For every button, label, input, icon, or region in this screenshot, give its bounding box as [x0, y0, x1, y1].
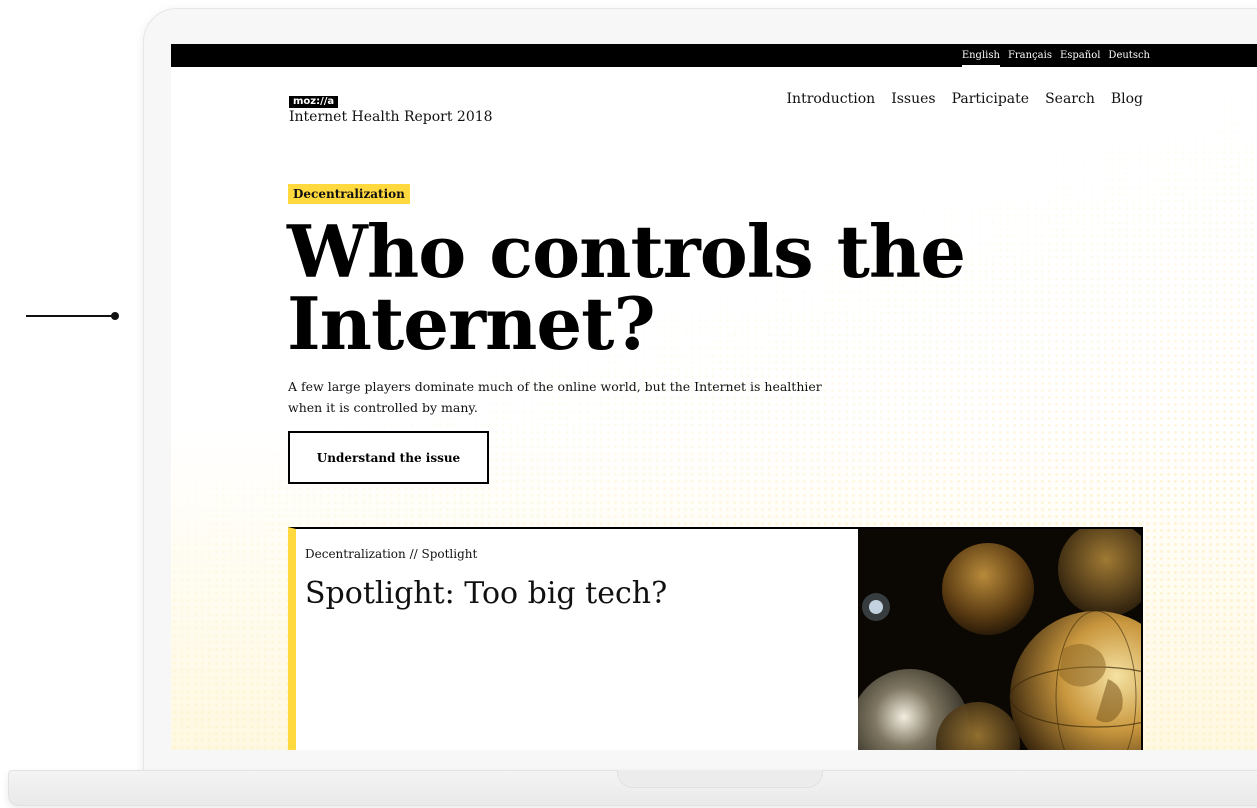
- callout-line: [26, 315, 114, 317]
- spotlight-card[interactable]: Decentralization // Spotlight Spotlight:…: [288, 527, 1143, 750]
- globes-illustration: [858, 529, 1141, 750]
- brand[interactable]: moz://a Internet Health Report 2018: [289, 89, 493, 125]
- main-nav: Introduction Issues Participate Search B…: [787, 91, 1143, 107]
- lang-english[interactable]: English: [961, 44, 1001, 67]
- laptop-screen: English Français Español Deutsch moz://a…: [171, 44, 1257, 750]
- lang-espanol[interactable]: Español: [1060, 44, 1100, 67]
- language-bar: English Français Español Deutsch: [171, 44, 1257, 67]
- issue-tag[interactable]: Decentralization: [288, 184, 410, 204]
- understand-issue-button[interactable]: Understand the issue: [288, 431, 489, 484]
- hero-description: A few large players dominate much of the…: [288, 379, 822, 415]
- globe-small: [942, 543, 1034, 635]
- spotlight-title[interactable]: Spotlight: Too big tech?: [305, 576, 667, 612]
- globes-photo: [858, 529, 1141, 750]
- nav-participate[interactable]: Participate: [952, 91, 1029, 107]
- nav-search[interactable]: Search: [1045, 91, 1095, 107]
- laptop-notch: [617, 770, 823, 788]
- mozilla-logo[interactable]: moz://a: [289, 96, 339, 108]
- spotlight-meta: Decentralization // Spotlight: [305, 547, 478, 561]
- nav-introduction[interactable]: Introduction: [787, 91, 876, 107]
- lang-francais[interactable]: Français: [1008, 44, 1052, 67]
- site-title[interactable]: Internet Health Report 2018: [289, 109, 493, 125]
- hero-title: Who controls the Internet?: [287, 209, 966, 366]
- callout-dot: [111, 312, 119, 320]
- nav-issues[interactable]: Issues: [891, 91, 935, 107]
- nav-blog[interactable]: Blog: [1111, 91, 1143, 107]
- lang-deutsch[interactable]: Deutsch: [1108, 44, 1150, 67]
